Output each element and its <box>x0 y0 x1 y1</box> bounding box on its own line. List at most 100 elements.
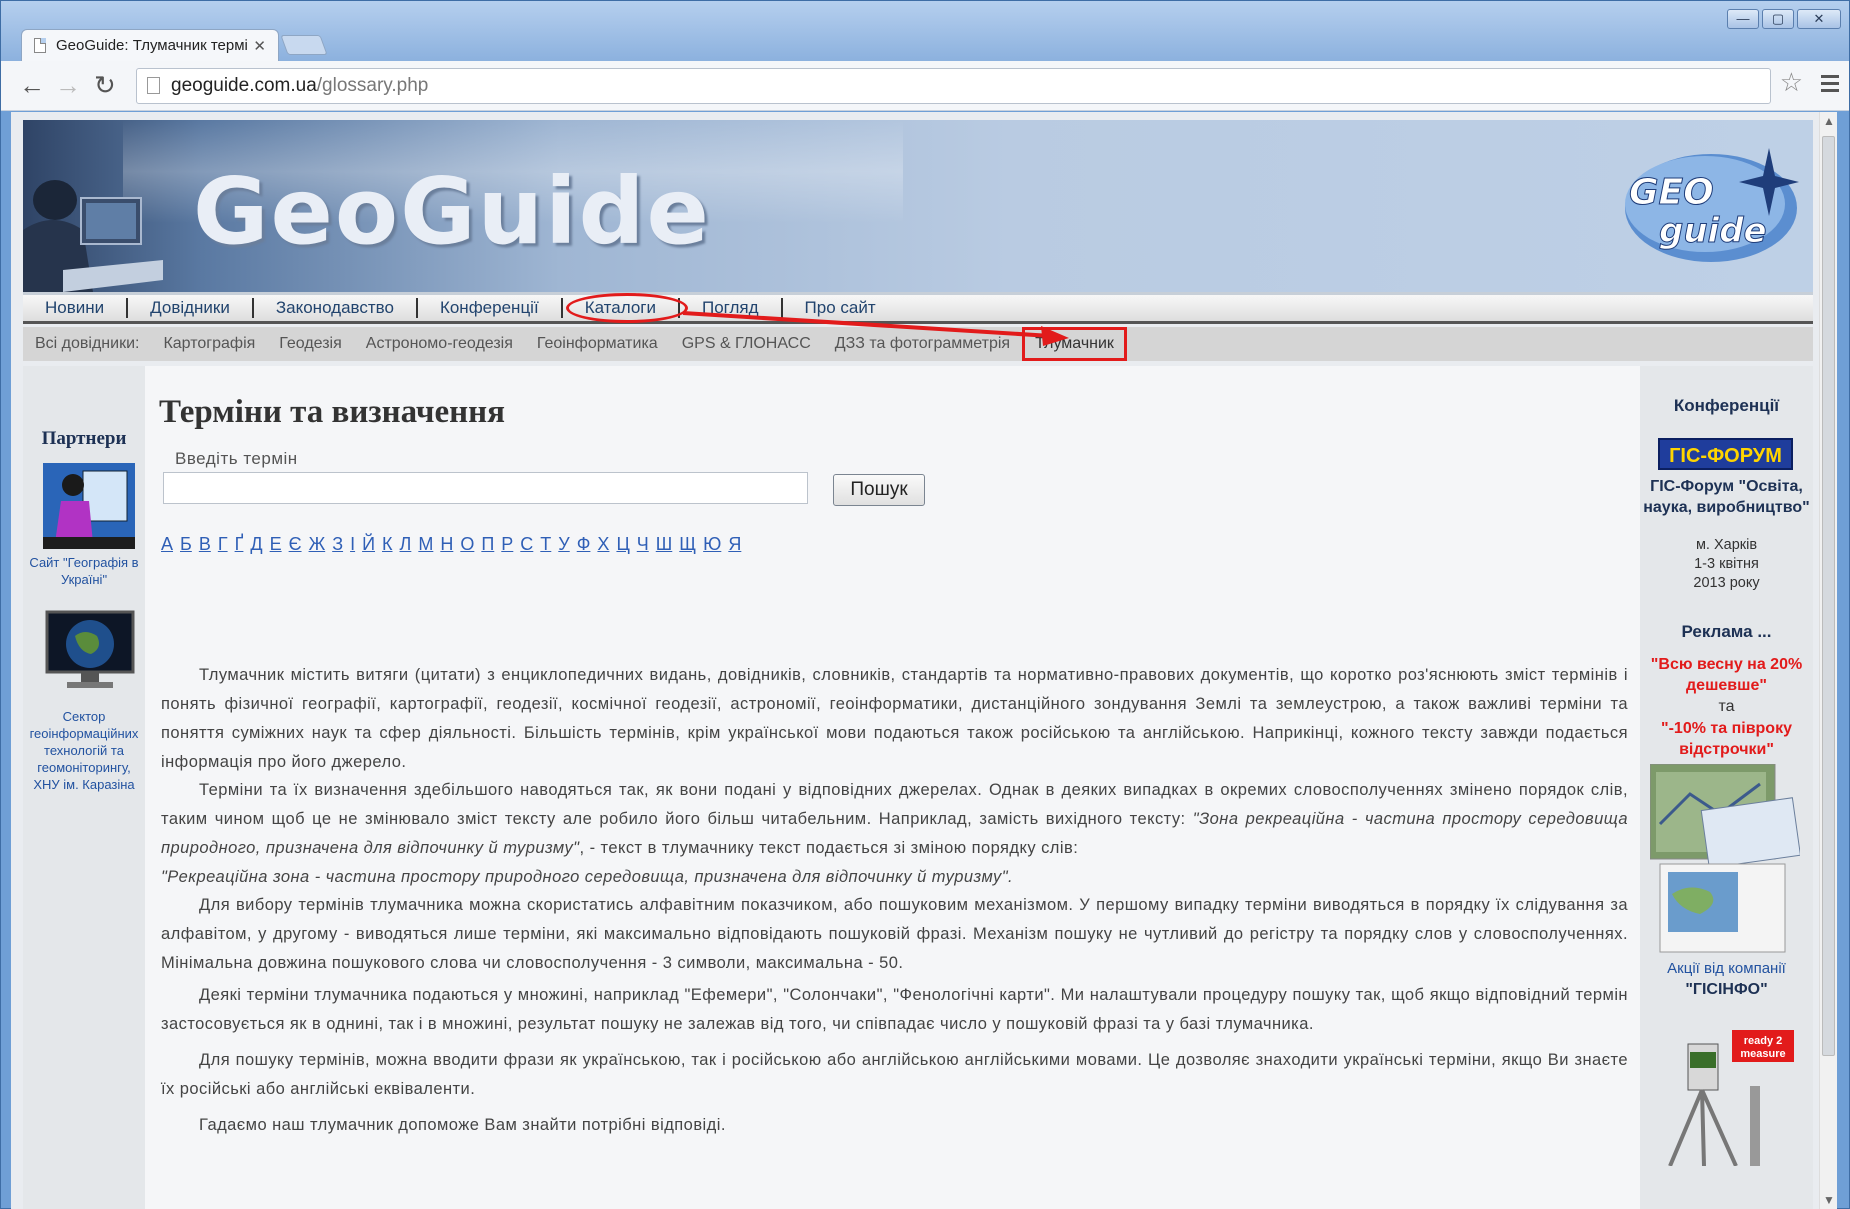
monitor-globe-logo[interactable] <box>45 610 135 692</box>
svg-text:ready 2: ready 2 <box>1744 1035 1783 1047</box>
alphabet-letter[interactable]: Я <box>728 534 741 555</box>
alphabet-letter[interactable]: Х <box>597 534 609 555</box>
address-bar[interactable]: geoguide.com.ua/glossary.php <box>136 68 1771 104</box>
sub-nav: Всі довідники: Картографія Геодезія Астр… <box>23 327 1813 361</box>
alphabet-letter[interactable]: Ж <box>309 534 326 555</box>
page-icon <box>34 38 46 53</box>
partner-geography-caption[interactable]: Сайт "Географія в Україні" <box>23 554 145 588</box>
tab-title: GeoGuide: Тлумачник термі <box>56 37 248 54</box>
alphabet-letter[interactable]: Д <box>250 534 262 555</box>
page-title: Терміни та визначення <box>159 394 505 430</box>
close-window-button[interactable]: ✕ <box>1797 9 1841 29</box>
alphabet-letter[interactable]: А <box>161 534 173 555</box>
gis-forum-logo[interactable]: ГІС-ФОРУМ <box>1658 438 1793 470</box>
conference-city: м. Харків <box>1695 537 1758 553</box>
scrollbar-thumb[interactable] <box>1822 136 1835 1056</box>
nav-about[interactable]: Про сайт <box>783 298 898 318</box>
vertical-scrollbar[interactable]: ▲ ▼ <box>1819 112 1837 1209</box>
conference-year: 2013 року <box>1693 575 1760 591</box>
ad-and: та <box>1718 698 1735 715</box>
nav-news[interactable]: Новини <box>23 298 126 318</box>
title-bar: GeoGuide: Тлумачник термі ✕ — ▢ ✕ <box>1 1 1849 61</box>
subnav-label: Всі довідники: <box>35 335 140 352</box>
geoguide-badge-logo[interactable]: GEO guide <box>1619 146 1799 266</box>
minimize-button[interactable]: — <box>1727 9 1759 29</box>
alphabet-letter[interactable]: К <box>382 534 393 555</box>
alphabet-letter[interactable]: Й <box>362 534 375 555</box>
reload-icon[interactable]: ↻ <box>94 72 116 98</box>
forward-icon[interactable]: → <box>55 72 81 98</box>
search-label: Введіть термін <box>175 449 298 468</box>
alphabet-letter[interactable]: Б <box>180 534 192 555</box>
alphabet-letter[interactable]: Ф <box>577 534 591 555</box>
alphabet-letter[interactable]: Ю <box>703 534 721 555</box>
alphabet-letter[interactable]: Г <box>218 534 228 555</box>
ad-promo-2[interactable]: "-10% та півроку відстрочки" <box>1640 718 1813 760</box>
bookmark-star-icon[interactable]: ☆ <box>1780 69 1803 95</box>
subnav-gps-glonass[interactable]: GPS & ГЛОНАСС <box>670 335 823 353</box>
nav-legislation[interactable]: Законодавство <box>254 298 416 318</box>
main-content: Терміни та визначення Введіть термін Пош… <box>145 366 1640 1209</box>
gis-maps-screenshot[interactable] <box>1650 764 1800 954</box>
subnav-cartography[interactable]: Картографія <box>151 335 267 353</box>
ad-company-name[interactable]: "ГІСІНФО" <box>1640 979 1813 1000</box>
alphabet-letter[interactable]: С <box>520 534 533 555</box>
url-host: geoguide.com.ua <box>171 75 317 96</box>
svg-text:measure: measure <box>1740 1048 1785 1060</box>
close-tab-icon[interactable]: ✕ <box>253 37 266 55</box>
subnav-astro-geodesy[interactable]: Астрономо-геодезія <box>354 335 525 353</box>
search-input[interactable] <box>163 472 808 504</box>
alphabet-letter[interactable]: П <box>481 534 494 555</box>
ad-promo-1[interactable]: "Всю весну на 20% дешевше" <box>1640 654 1813 696</box>
maximize-button[interactable]: ▢ <box>1762 9 1794 29</box>
alphabet-letter[interactable]: М <box>418 534 433 555</box>
subnav-geoinformatics[interactable]: Геоінформатика <box>525 335 670 353</box>
alphabet-letter[interactable]: Ч <box>637 534 649 555</box>
ads-title: Реклама ... <box>1681 622 1772 641</box>
intro-paragraph-2: Терміни та їх визначення здебільшого нав… <box>161 781 1628 886</box>
back-icon[interactable]: ← <box>19 72 45 98</box>
alphabet-letter[interactable]: В <box>199 534 211 555</box>
alphabet-letter[interactable]: О <box>460 534 474 555</box>
intro-paragraph-5: Для пошуку термінів, можна вводити фрази… <box>161 1051 1628 1098</box>
site-logo[interactable]: GeoGuide <box>193 158 711 265</box>
alphabet-letter[interactable]: Щ <box>679 534 696 555</box>
partners-title: Партнери <box>41 428 127 449</box>
badge-top-text: GEO <box>1629 172 1714 213</box>
conference-date: 1-3 квітня <box>1694 556 1759 572</box>
alphabet-index: АБВГҐДЕЄЖЗІЙКЛМНОПРСТУФХЦЧШЩЮЯ <box>161 534 748 555</box>
alphabet-letter[interactable]: Ц <box>616 534 629 555</box>
browser-tab[interactable]: GeoGuide: Тлумачник термі ✕ <box>21 29 279 61</box>
alphabet-letter[interactable]: Р <box>501 534 513 555</box>
nav-view[interactable]: Погляд <box>680 298 781 318</box>
partners-sidebar: Партнери Сайт "Географія в Україні" Сект… <box>23 366 145 1209</box>
alphabet-letter[interactable]: Ґ <box>235 534 244 555</box>
alphabet-letter[interactable]: Т <box>540 534 551 555</box>
alphabet-letter[interactable]: І <box>350 534 355 555</box>
subnav-remote-sensing[interactable]: ДЗЗ та фотограмметрія <box>823 335 1022 353</box>
total-station-ad[interactable]: ready 2 measure <box>1650 1026 1800 1166</box>
alphabet-letter[interactable]: Е <box>270 534 282 555</box>
subnav-glossary[interactable]: Тлумачник <box>1022 327 1127 361</box>
new-tab-button[interactable] <box>280 35 328 55</box>
alphabet-letter[interactable]: Ш <box>656 534 673 555</box>
search-button[interactable]: Пошук <box>833 474 925 506</box>
alphabet-letter[interactable]: Є <box>289 534 302 555</box>
alphabet-letter[interactable]: У <box>558 534 569 555</box>
intro-paragraph-6: Гадаємо наш тлумачник допоможе Вам знайт… <box>199 1116 726 1134</box>
geography-ukraine-logo[interactable] <box>43 463 135 549</box>
ad-company-label[interactable]: Акції від компанії <box>1640 958 1813 979</box>
site-banner: GeoGuide GEO guide <box>23 120 1813 292</box>
partner-karazin-caption[interactable]: Сектор геоінформаційних технологій та ге… <box>23 708 145 793</box>
subnav-geodesy[interactable]: Геодезія <box>267 335 353 353</box>
alphabet-letter[interactable]: Н <box>440 534 453 555</box>
banner-person-image <box>23 180 163 292</box>
nav-references[interactable]: Довідники <box>128 298 252 318</box>
nav-conferences[interactable]: Конференції <box>418 298 561 318</box>
url-path: /glossary.php <box>316 75 429 96</box>
conference-name[interactable]: ГІС-Форум "Освіта, наука, виробництво" <box>1640 476 1813 518</box>
right-sidebar: Конференції ГІС-ФОРУМ ГІС-Форум "Освіта,… <box>1640 366 1813 1209</box>
alphabet-letter[interactable]: З <box>332 534 343 555</box>
menu-icon[interactable] <box>1821 75 1839 96</box>
alphabet-letter[interactable]: Л <box>400 534 412 555</box>
